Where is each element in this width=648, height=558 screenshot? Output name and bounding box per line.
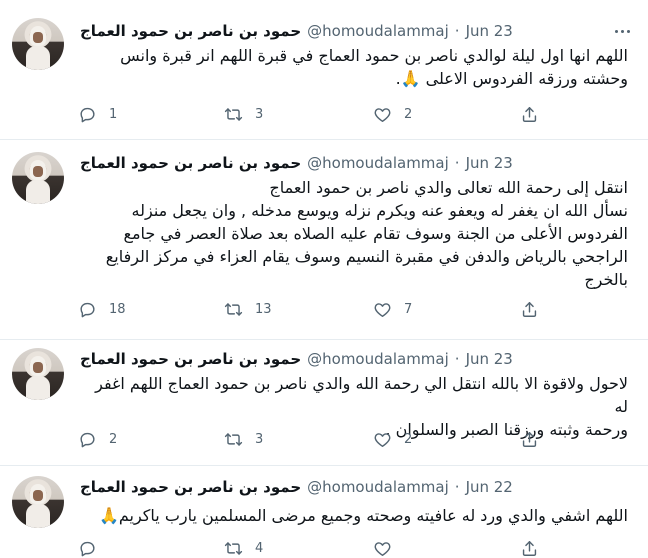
share-button[interactable] xyxy=(520,299,539,319)
reply-button[interactable]: 18 xyxy=(78,299,126,319)
tweet[interactable]: حمود بن ناصر بن حمود العماج @homoudalamm… xyxy=(0,466,648,558)
retweet-icon xyxy=(224,432,243,446)
separator-dot: · xyxy=(454,350,460,368)
tweet-header: حمود بن ناصر بن حمود العماج @homoudalamm… xyxy=(80,152,632,174)
like-button[interactable]: 2 xyxy=(373,104,412,124)
share-icon xyxy=(522,431,537,447)
tweet-header: حمود بن ناصر بن حمود العماج @homoudalamm… xyxy=(80,20,632,42)
reply-button[interactable]: 2 xyxy=(78,429,117,449)
share-icon xyxy=(522,106,537,122)
tweet-actions: 4 xyxy=(78,538,537,558)
tweet-date[interactable]: Jun 22 xyxy=(466,478,513,496)
share-button[interactable] xyxy=(520,429,539,449)
avatar[interactable] xyxy=(12,18,64,70)
tweet-header: حمود بن ناصر بن حمود العماج @homoudalamm… xyxy=(80,348,632,370)
tweet-text-line: اللهم اشفي والدي ورد له عافيته وصحته وجم… xyxy=(98,506,628,525)
reply-icon xyxy=(80,432,95,447)
tweet-date[interactable]: Jun 23 xyxy=(466,350,513,368)
tweet-actions: 18 13 7 xyxy=(78,299,537,319)
tweet-text-line: وحشته ورزقه الفردوس الاعلى 🙏. xyxy=(395,69,628,88)
share-icon xyxy=(522,540,537,556)
retweet-icon xyxy=(224,541,243,555)
display-name[interactable]: حمود بن ناصر بن حمود العماج xyxy=(80,22,301,40)
separator-dot: · xyxy=(454,478,460,496)
like-count: 2 xyxy=(404,431,413,447)
reply-icon xyxy=(80,107,95,122)
tweet-text: اللهم انها اول ليلة لوالدي ناصر بن حمود … xyxy=(80,44,628,90)
tweet-actions: 2 3 2 xyxy=(78,429,537,449)
user-handle[interactable]: @homoudalammaj xyxy=(307,154,449,172)
tweet-text-line: اللهم انها اول ليلة لوالدي ناصر بن حمود … xyxy=(120,46,628,65)
reply-button[interactable]: 1 xyxy=(78,104,117,124)
tweet-text: اللهم اشفي والدي ورد له عافيته وصحته وجم… xyxy=(80,504,628,527)
retweet-count: 4 xyxy=(255,540,264,556)
retweet-count: 13 xyxy=(255,301,272,317)
retweet-count: 3 xyxy=(255,106,264,122)
retweet-button[interactable]: 3 xyxy=(224,104,263,124)
avatar[interactable] xyxy=(12,348,64,400)
avatar[interactable] xyxy=(12,476,64,528)
separator-dot: · xyxy=(454,154,460,172)
tweet-text-line: الراجحي بالرياض والدفن في مقبرة النسيم و… xyxy=(105,247,628,266)
tweet[interactable]: حمود بن ناصر بن حمود العماج @homoudalamm… xyxy=(0,140,648,340)
retweet-button[interactable]: 13 xyxy=(224,299,272,319)
tweet-text-line: الفردوس الأعلى من الجنة وسوف تقام عليه ا… xyxy=(123,224,628,243)
heart-icon xyxy=(374,302,391,317)
tweet-date[interactable]: Jun 23 xyxy=(466,154,513,172)
like-button[interactable] xyxy=(373,538,404,558)
retweet-button[interactable]: 3 xyxy=(224,429,263,449)
like-count: 7 xyxy=(404,301,413,317)
tweet-text-line: نسأل الله ان يغفر له ويعفو عنه ويكرم نزل… xyxy=(131,201,628,220)
avatar[interactable] xyxy=(12,152,64,204)
display-name[interactable]: حمود بن ناصر بن حمود العماج xyxy=(80,478,301,496)
like-button[interactable]: 2 xyxy=(373,429,412,449)
retweet-icon xyxy=(224,107,243,121)
retweet-button[interactable]: 4 xyxy=(224,538,263,558)
reply-icon xyxy=(80,541,95,556)
reply-count: 18 xyxy=(109,301,126,317)
share-icon xyxy=(522,301,537,317)
heart-icon xyxy=(374,432,391,447)
display-name[interactable]: حمود بن ناصر بن حمود العماج xyxy=(80,350,301,368)
tweet-header: حمود بن ناصر بن حمود العماج @homoudalamm… xyxy=(80,476,632,498)
tweet-text-line: بالخرج xyxy=(584,270,628,289)
share-button[interactable] xyxy=(520,538,539,558)
reply-button[interactable] xyxy=(78,538,109,558)
reply-count: 1 xyxy=(109,106,118,122)
tweet-actions: 1 3 2 xyxy=(78,104,537,124)
user-handle[interactable]: @homoudalammaj xyxy=(307,350,449,368)
share-button[interactable] xyxy=(520,104,539,124)
more-icon[interactable] xyxy=(612,21,632,41)
display-name[interactable]: حمود بن ناصر بن حمود العماج xyxy=(80,154,301,172)
heart-icon xyxy=(374,107,391,122)
user-handle[interactable]: @homoudalammaj xyxy=(307,478,449,496)
tweet[interactable]: حمود بن ناصر بن حمود العماج @homoudalamm… xyxy=(0,0,648,140)
tweet-text: انتقل إلى رحمة الله تعالى والدي ناصر بن … xyxy=(80,176,628,291)
reply-icon xyxy=(80,302,95,317)
tweet-text-line: انتقل إلى رحمة الله تعالى والدي ناصر بن … xyxy=(269,178,628,197)
tweet-date[interactable]: Jun 23 xyxy=(466,22,513,40)
tweet[interactable]: حمود بن ناصر بن حمود العماج @homoudalamm… xyxy=(0,340,648,466)
tweet-text-line: لاحول ولاقوة الا بالله انتقل الي رحمة ال… xyxy=(95,374,628,416)
retweet-icon xyxy=(224,302,243,316)
separator-dot: · xyxy=(454,22,460,40)
user-handle[interactable]: @homoudalammaj xyxy=(307,22,449,40)
heart-icon xyxy=(374,541,391,556)
retweet-count: 3 xyxy=(255,431,264,447)
like-button[interactable]: 7 xyxy=(373,299,412,319)
reply-count: 2 xyxy=(109,431,118,447)
like-count: 2 xyxy=(404,106,413,122)
